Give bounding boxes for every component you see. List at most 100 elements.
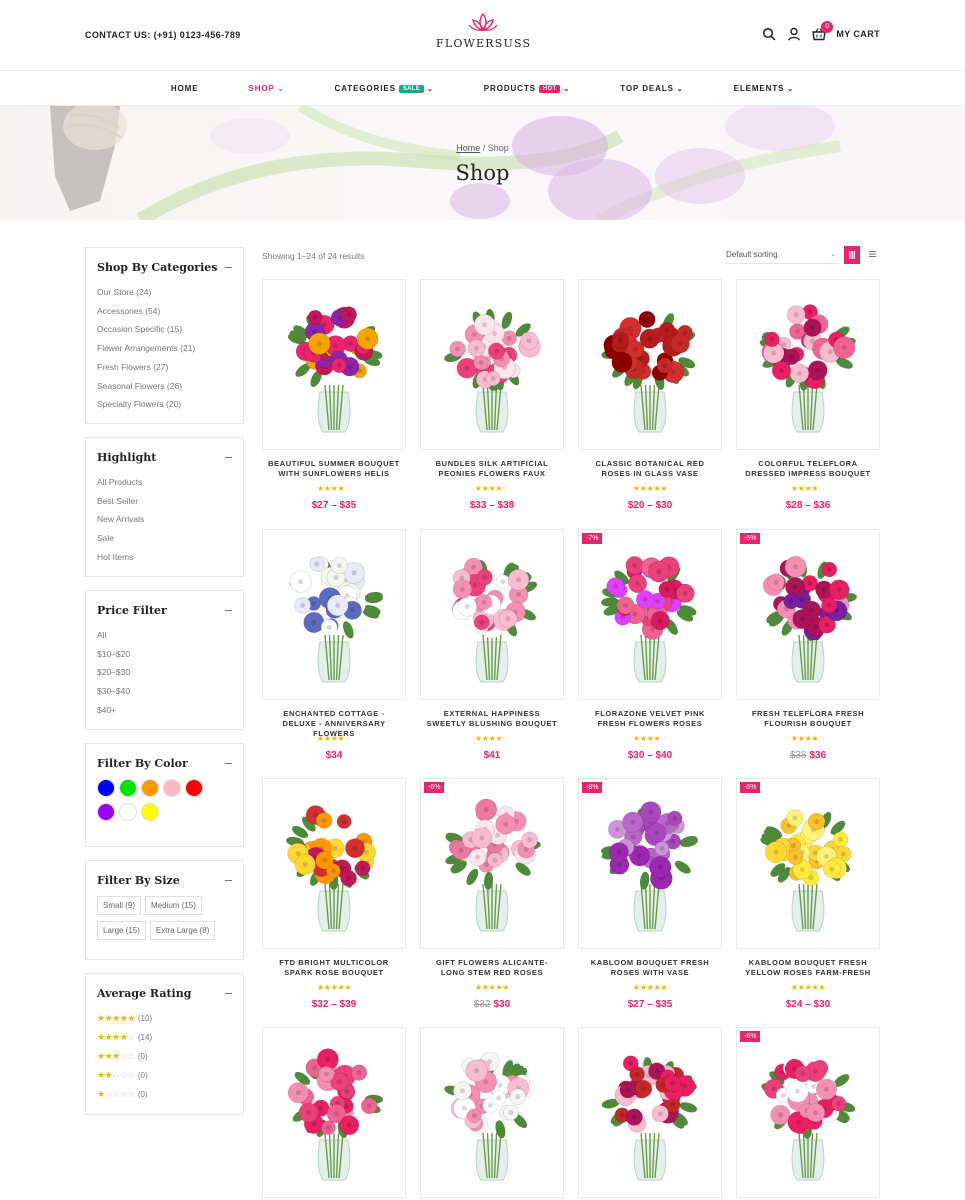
product-title[interactable]: KABLOOM BOUQUET FRESH ROSES WITH VASE bbox=[578, 958, 722, 978]
product-card[interactable]: ENCHANTED COTTAGE - DELUXE - ANNIVERSARY… bbox=[262, 529, 406, 761]
filter-link[interactable]: Hot Items bbox=[97, 548, 232, 567]
cart-button[interactable]: 0 MY CART bbox=[812, 21, 880, 41]
color-swatch[interactable] bbox=[141, 803, 159, 821]
collapse-minus-icon[interactable] bbox=[225, 267, 232, 268]
product-title[interactable]: FLORAZONE VELVET PINK FRESH FLOWERS ROSE… bbox=[578, 709, 722, 729]
nav-item-shop[interactable]: SHOP ⌄ bbox=[248, 84, 284, 93]
product-image[interactable] bbox=[420, 279, 564, 450]
product-card[interactable]: CLASSIC BOTANICAL RED ROSES IN GLASS VAS… bbox=[578, 279, 722, 511]
color-swatch[interactable] bbox=[185, 779, 203, 797]
product-title[interactable]: FRESH TELEFLORA FRESH FLOURISH BOUQUET bbox=[736, 709, 880, 729]
product-image[interactable] bbox=[262, 1027, 406, 1198]
product-card[interactable]: -8% KABLOOM BOUQUET FRESH ROSES WITH VASE… bbox=[578, 778, 722, 1010]
product-image[interactable] bbox=[578, 1027, 722, 1198]
color-swatch[interactable] bbox=[163, 779, 181, 797]
product-image[interactable] bbox=[262, 529, 406, 700]
product-card[interactable]: BUNDLES SILK ARTIFICIAL PEONIES FLOWERS … bbox=[420, 279, 564, 511]
product-card[interactable]: EXTERNAL HAPPINESS SWEETLY BLUSHING BOUQ… bbox=[420, 529, 564, 761]
product-title[interactable]: ENCHANTED COTTAGE - DELUXE - ANNIVERSARY… bbox=[262, 709, 406, 738]
color-swatch[interactable] bbox=[97, 779, 115, 797]
nav-item-home[interactable]: HOME bbox=[171, 84, 199, 93]
product-image[interactable]: -7% bbox=[578, 529, 722, 700]
color-swatch[interactable] bbox=[141, 779, 159, 797]
product-card[interactable]: -6% GIFT FLOWERS ALICANTE- LONG STEM RED … bbox=[420, 778, 564, 1010]
product-rating: ★★★★☆ bbox=[420, 484, 564, 494]
product-title[interactable]: COLORFUL TELEFLORA DRESSED IMPRESS BOUQU… bbox=[736, 459, 880, 479]
product-title[interactable]: FTD BRIGHT MULTICOLOR SPARK ROSE BOUQUET bbox=[262, 958, 406, 978]
filter-link[interactable]: All bbox=[97, 626, 232, 645]
product-card[interactable] bbox=[420, 1027, 564, 1198]
nav-item-top-deals[interactable]: TOP DEALS ⌄ bbox=[620, 84, 683, 93]
contact-phone[interactable]: CONTACT US: (+91) 0123-456-789 bbox=[85, 30, 241, 40]
product-title[interactable]: EXTERNAL HAPPINESS SWEETLY BLUSHING BOUQ… bbox=[420, 709, 564, 729]
filter-link[interactable]: Our Store (24) bbox=[97, 283, 232, 302]
color-swatch[interactable] bbox=[97, 803, 115, 821]
filter-link[interactable]: New Arrivals bbox=[97, 510, 232, 529]
product-image[interactable]: -5% bbox=[736, 529, 880, 700]
product-image[interactable]: -6% bbox=[736, 778, 880, 949]
product-card[interactable] bbox=[262, 1027, 406, 1198]
size-option[interactable]: Extra Large (8) bbox=[149, 921, 216, 940]
filter-link[interactable]: Seasonal Flowers (26) bbox=[97, 377, 232, 396]
site-logo[interactable]: FLOWERSUSS bbox=[436, 12, 530, 50]
product-card[interactable]: BEAUTIFUL SUMMER BOUQUET WITH SUNFLOWERS… bbox=[262, 279, 406, 511]
collapse-minus-icon[interactable] bbox=[225, 610, 232, 611]
product-image[interactable]: -8% bbox=[578, 778, 722, 949]
product-image[interactable] bbox=[420, 529, 564, 700]
product-card[interactable]: -6% KABLOOM BOUQUET FRESH YELLOW ROSES FA… bbox=[736, 778, 880, 1010]
filter-link[interactable]: Occasion Specific (15) bbox=[97, 320, 232, 339]
product-card[interactable]: -6% bbox=[736, 1027, 880, 1198]
product-image[interactable]: -6% bbox=[420, 778, 564, 949]
size-option[interactable]: Small (9) bbox=[97, 896, 142, 915]
product-title[interactable]: KABLOOM BOUQUET FRESH YELLOW ROSES FARM-… bbox=[736, 958, 880, 978]
user-account-icon[interactable] bbox=[787, 27, 801, 41]
size-option[interactable]: Medium (15) bbox=[145, 896, 202, 915]
filter-link[interactable]: $30–$40 bbox=[97, 682, 232, 701]
collapse-minus-icon[interactable] bbox=[225, 880, 232, 881]
rating-filter-option[interactable]: ★★★☆☆ (0) bbox=[97, 1047, 232, 1066]
nav-item-categories[interactable]: CATEGORIES SALE ⌄ bbox=[335, 84, 434, 93]
rating-filter-option[interactable]: ★★☆☆☆ (0) bbox=[97, 1066, 232, 1085]
product-card[interactable] bbox=[578, 1027, 722, 1198]
filter-link[interactable]: All Products bbox=[97, 473, 232, 492]
filter-link[interactable]: $20–$30 bbox=[97, 663, 232, 682]
collapse-minus-icon[interactable] bbox=[225, 457, 232, 458]
grid-view-button[interactable] bbox=[844, 246, 860, 264]
product-title[interactable]: CLASSIC BOTANICAL RED ROSES IN GLASS VAS… bbox=[578, 459, 722, 479]
product-card[interactable]: COLORFUL TELEFLORA DRESSED IMPRESS BOUQU… bbox=[736, 279, 880, 511]
breadcrumb-home-link[interactable]: Home bbox=[456, 143, 480, 153]
product-card[interactable]: FTD BRIGHT MULTICOLOR SPARK ROSE BOUQUET… bbox=[262, 778, 406, 1010]
product-title[interactable]: BEAUTIFUL SUMMER BOUQUET WITH SUNFLOWERS… bbox=[262, 459, 406, 479]
product-image[interactable] bbox=[578, 279, 722, 450]
filter-link[interactable]: $10–$20 bbox=[97, 645, 232, 664]
product-image[interactable] bbox=[262, 279, 406, 450]
search-icon[interactable] bbox=[762, 27, 776, 41]
collapse-minus-icon[interactable] bbox=[225, 763, 232, 764]
collapse-minus-icon[interactable] bbox=[225, 993, 232, 994]
filter-link[interactable]: Flower Arrangements (21) bbox=[97, 339, 232, 358]
product-card[interactable]: -5% FRESH TELEFLORA FRESH FLOURISH BOUQUE… bbox=[736, 529, 880, 761]
nav-item-products[interactable]: PRODUCTS HOT ⌄ bbox=[484, 84, 570, 93]
sort-select[interactable]: Default sorting ⌄ bbox=[726, 247, 838, 264]
product-title[interactable]: BUNDLES SILK ARTIFICIAL PEONIES FLOWERS … bbox=[420, 459, 564, 479]
filter-link[interactable]: $40+ bbox=[97, 701, 232, 720]
filter-link[interactable]: Specialty Flowers (20) bbox=[97, 395, 232, 414]
list-view-button[interactable] bbox=[864, 246, 880, 264]
product-card[interactable]: -7% FLORAZONE VELVET PINK FRESH FLOWERS R… bbox=[578, 529, 722, 761]
rating-filter-option[interactable]: ★★★★★ (10) bbox=[97, 1009, 232, 1028]
rating-filter-option[interactable]: ★★★★☆ (14) bbox=[97, 1028, 232, 1047]
nav-item-elements[interactable]: ELEMENTS ⌄ bbox=[734, 84, 795, 93]
color-swatch[interactable] bbox=[119, 803, 137, 821]
filter-link[interactable]: Sale bbox=[97, 529, 232, 548]
product-image[interactable] bbox=[420, 1027, 564, 1198]
rating-filter-option[interactable]: ★☆☆☆☆ (0) bbox=[97, 1085, 232, 1104]
filter-link[interactable]: Fresh Flowers (27) bbox=[97, 358, 232, 377]
product-image[interactable] bbox=[736, 279, 880, 450]
product-image[interactable] bbox=[262, 778, 406, 949]
product-title[interactable]: GIFT FLOWERS ALICANTE- LONG STEM RED ROS… bbox=[420, 958, 564, 978]
color-swatch[interactable] bbox=[119, 779, 137, 797]
filter-link[interactable]: Accessories (54) bbox=[97, 302, 232, 321]
filter-link[interactable]: Best Seller bbox=[97, 492, 232, 511]
product-image[interactable]: -6% bbox=[736, 1027, 880, 1198]
size-option[interactable]: Large (15) bbox=[97, 921, 146, 940]
